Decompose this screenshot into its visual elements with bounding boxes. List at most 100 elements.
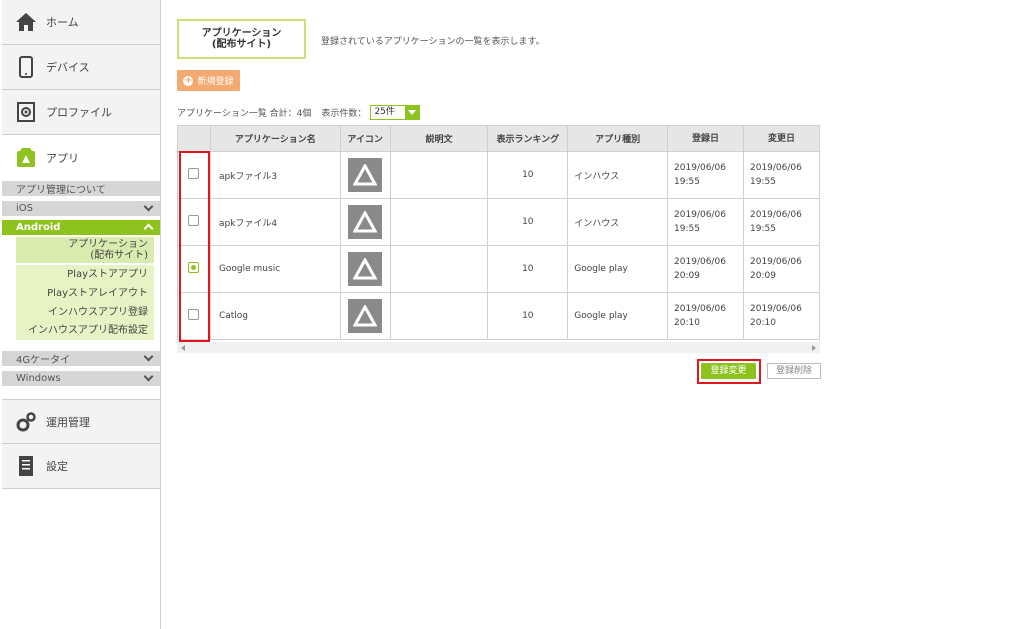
modified-time: 20:10 [750, 318, 776, 328]
profile-gear-icon [14, 100, 38, 124]
app-type-cell: インハウス [567, 151, 669, 199]
per-page-select[interactable]: 25件 [370, 105, 421, 120]
nav-android-distribution-line2: (配布サイト) [90, 250, 148, 261]
col-app-name[interactable]: アプリケーション名 [209, 125, 341, 152]
nav-android-inhouse-register-label: インハウスアプリ登録 [48, 307, 148, 318]
registered-cell: 2019/06/06 19:55 [667, 198, 744, 246]
modified-cell: 2019/06/06 20:09 [743, 245, 820, 293]
app-icon [348, 299, 383, 333]
nav-android-inhouse-distribution[interactable]: インハウスアプリ配布設定 [16, 322, 154, 340]
table-row: Google music 10 Google play 2019/06/06 20… [177, 245, 820, 293]
nav-android-distribution-line1: アプリケーション [68, 239, 148, 250]
table-row: apkファイル3 10 インハウス 2019/06/06 19:55 2019/0… [177, 151, 820, 199]
modified-time: 20:09 [750, 271, 776, 281]
nav-4g-keitai[interactable]: 4Gケータイ [2, 351, 160, 366]
app-name-cell: apkファイル4 [209, 198, 341, 246]
nav-android-inhouse-distribution-label: インハウスアプリ配布設定 [28, 325, 148, 336]
chevron-up-icon [143, 223, 154, 234]
nav-profile[interactable]: プロファイル [2, 90, 160, 135]
modified-cell: 2019/06/06 19:55 [743, 198, 820, 246]
registered-date: 2019/06/06 [674, 163, 726, 173]
nav-home-label: ホーム [46, 16, 79, 29]
app-type-cell: Google play [567, 292, 669, 340]
table-row: Catlog 10 Google play 2019/06/06 20:10 20… [177, 292, 820, 340]
registered-time: 19:55 [674, 224, 700, 234]
new-register-label: 新規登録 [197, 77, 234, 87]
app-icon [348, 158, 383, 192]
registered-date: 2019/06/06 [674, 257, 726, 267]
scroll-right-arrow-icon[interactable] [812, 345, 816, 351]
description-cell [389, 151, 489, 199]
description-cell [389, 245, 489, 293]
nav-windows-label: Windows [16, 373, 61, 384]
col-app-type[interactable]: アプリ種別 [567, 125, 669, 152]
registered-cell: 2019/06/06 19:55 [667, 151, 744, 199]
tab-application-line2: (配布サイト) [211, 39, 272, 50]
nav-android-inhouse-register[interactable]: インハウスアプリ登録 [16, 303, 154, 322]
registered-time: 19:55 [674, 177, 700, 187]
gears-icon [14, 410, 38, 434]
app-type-cell: インハウス [567, 198, 669, 246]
delete-button[interactable]: 登録削除 [767, 363, 821, 379]
nav-operations-label: 運用管理 [46, 415, 90, 429]
app-name-cell: Google music [209, 245, 341, 293]
nav-operations[interactable]: 運用管理 [2, 399, 160, 444]
nav-home[interactable]: ホーム [2, 0, 160, 45]
tab-application-distribution[interactable]: アプリケーション (配布サイト) [177, 19, 306, 59]
table-header-row: アプリケーション名 アイコン 説明文 表示ランキング アプリ種別 登録日 変更日 [177, 125, 820, 152]
registered-time: 20:09 [674, 271, 700, 281]
description-cell [389, 198, 489, 246]
nav-device[interactable]: デバイス [2, 45, 160, 90]
nav-profile-label: プロファイル [46, 106, 112, 119]
app-name-cell: Catlog [209, 292, 341, 340]
nav-settings-label: 設定 [46, 460, 68, 473]
modified-time: 19:55 [750, 224, 776, 234]
modified-time: 19:55 [750, 177, 776, 187]
nav-app[interactable]: アプリ [2, 135, 160, 180]
document-icon [14, 454, 38, 478]
ranking-cell: 10 [487, 292, 569, 340]
nav-app-label: アプリ [46, 151, 79, 165]
table-row: apkファイル4 10 インハウス 2019/06/06 19:55 2019/0… [177, 198, 820, 246]
scroll-left-arrow-icon[interactable] [181, 345, 185, 351]
app-android-icon [14, 146, 38, 170]
app-type-cell: Google play [567, 245, 669, 293]
plus-icon: + [183, 74, 194, 86]
horizontal-scrollbar[interactable] [177, 342, 820, 353]
update-button[interactable]: 登録変更 [701, 363, 756, 379]
nav-app-about-label: アプリ管理について [16, 185, 106, 196]
col-registered[interactable]: 登録日 [667, 125, 744, 152]
nav-android-playstore-layout[interactable]: Playストアレイアウト [16, 284, 154, 303]
col-icon[interactable]: アイコン [339, 125, 391, 152]
col-ranking[interactable]: 表示ランキング [487, 125, 569, 152]
registered-cell: 2019/06/06 20:10 [667, 292, 744, 340]
ranking-cell: 10 [487, 151, 569, 199]
nav-android-playstore-app[interactable]: Playストアアプリ [16, 265, 154, 284]
app-icon [348, 252, 383, 286]
nav-ios-label: iOS [16, 203, 33, 214]
nav-android-playstore-layout-label: Playストアレイアウト [47, 288, 148, 299]
nav-device-label: デバイス [46, 61, 90, 74]
app-icon-cell [339, 245, 391, 293]
new-register-button[interactable]: + 新規登録 [177, 70, 240, 91]
app-name-cell: apkファイル3 [209, 151, 341, 199]
nav-ios[interactable]: iOS [2, 201, 160, 216]
home-icon [14, 10, 38, 34]
col-modified[interactable]: 変更日 [743, 125, 820, 152]
nav-android-distribution[interactable]: アプリケーション (配布サイト) [16, 237, 154, 263]
col-select [177, 125, 211, 152]
modified-cell: 2019/06/06 20:10 [743, 292, 820, 340]
nav-4g-keitai-label: 4Gケータイ [16, 355, 71, 366]
col-description[interactable]: 説明文 [389, 125, 489, 152]
app-icon-cell [339, 292, 391, 340]
ranking-cell: 10 [487, 198, 569, 246]
nav-settings[interactable]: 設定 [2, 444, 160, 489]
nav-android[interactable]: Android [2, 220, 160, 235]
per-page-value: 25件 [374, 107, 395, 117]
nav-windows[interactable]: Windows [2, 371, 160, 386]
chevron-down-icon [143, 371, 154, 382]
page-description: 登録されているアプリケーションの一覧を表示します。 [321, 37, 545, 47]
nav-app-about[interactable]: アプリ管理について [2, 181, 160, 196]
registered-date: 2019/06/06 [674, 210, 726, 220]
modified-date: 2019/06/06 [750, 210, 802, 220]
